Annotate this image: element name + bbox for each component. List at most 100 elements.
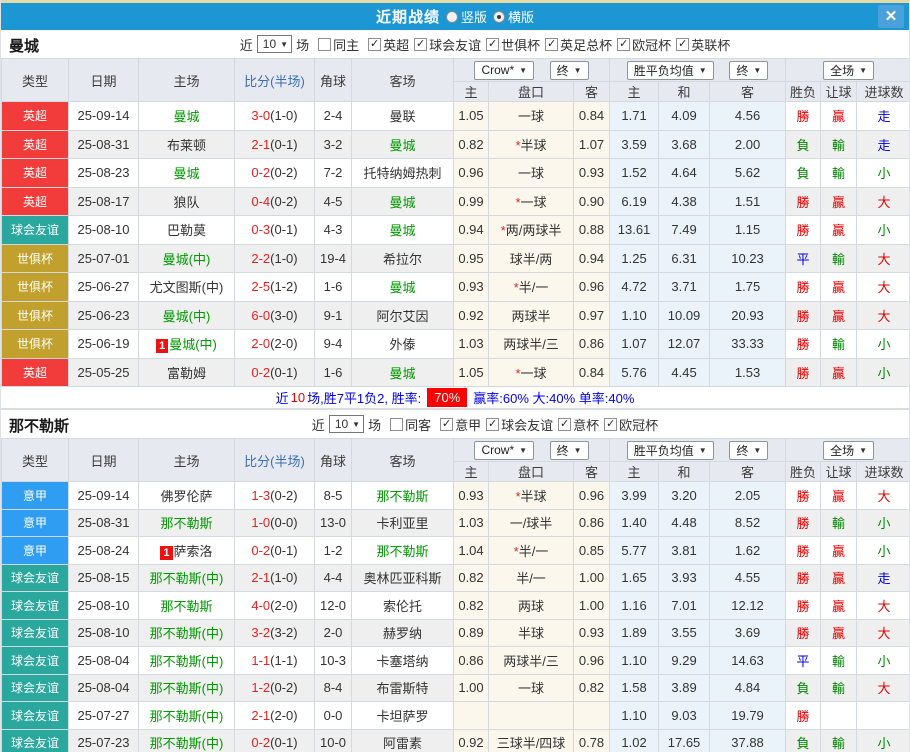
odds-home: 3.99 <box>609 481 660 510</box>
handicap-line-text: 两球半/三 <box>503 653 559 669</box>
bookmaker-select[interactable]: Crow* ▼ <box>474 60 535 80</box>
match-date: 25-09-14 <box>68 101 139 131</box>
league-checkbox-欧冠杯[interactable]: ✓ 欧冠杯 <box>604 415 658 434</box>
league-checkbox-英超[interactable]: ✓ 英超 <box>368 35 409 54</box>
col-score[interactable]: 比分(半场) <box>234 438 315 482</box>
league-checkbox-欧冠杯[interactable]: ✓ 欧冠杯 <box>617 35 671 54</box>
odds-avg-select[interactable]: 胜平负均值 ▼ <box>626 60 714 80</box>
checkbox-unchecked-icon[interactable] <box>390 417 404 431</box>
score: 0-4(0-2) <box>234 186 315 216</box>
odds-avg-select[interactable]: 胜平负均值 ▼ <box>626 440 714 460</box>
league-checkbox-英联杯[interactable]: ✓ 英联杯 <box>676 35 730 54</box>
match-date: 25-08-17 <box>68 186 139 216</box>
league-checkbox-意杯[interactable]: ✓ 意杯 <box>558 415 599 434</box>
col-score[interactable]: 比分(半场) <box>234 58 315 102</box>
checkbox-checked-icon[interactable]: ✓ <box>545 37 559 51</box>
chevron-down-icon: ▼ <box>573 65 582 75</box>
match-type-badge: 球会友谊 <box>1 215 69 245</box>
halftime-score: (1-0) <box>270 108 298 124</box>
home-team: 那不勒斯 <box>138 591 235 620</box>
recent-count-select[interactable]: 10 ▼ <box>256 35 293 53</box>
league-checkbox-球会友谊[interactable]: ✓ 球会友谊 <box>414 35 481 54</box>
result-handicap: 贏 <box>820 536 858 565</box>
checkbox-checked-icon[interactable]: ✓ <box>558 417 572 431</box>
odds-draw: 3.89 <box>658 673 711 702</box>
fulltime-score: 2-1 <box>251 136 271 152</box>
league-checkbox-英足总杯[interactable]: ✓ 英足总杯 <box>545 35 612 54</box>
corner-count: 0-0 <box>314 701 352 730</box>
league-checkbox-意甲[interactable]: ✓ 意甲 <box>440 415 481 434</box>
home-team: 布莱顿 <box>138 129 235 159</box>
league-label: 球会友谊 <box>429 37 482 53</box>
odds-home: 1.89 <box>609 618 660 647</box>
checkbox-checked-icon[interactable]: ✓ <box>604 417 618 431</box>
fulltime-score: 0-2 <box>251 165 271 181</box>
odds-stage-select[interactable]: 终 ▼ <box>729 440 769 460</box>
result-handicap: 贏 <box>820 618 858 647</box>
handicap-stage-value: 终 <box>556 443 569 458</box>
result-goals: 小 <box>856 508 909 537</box>
handicap-home-odds: 0.94 <box>453 215 489 245</box>
match-date: 25-07-27 <box>68 701 139 730</box>
odds-draw: 4.64 <box>658 158 711 188</box>
halftime-score: (1-2) <box>270 279 298 295</box>
home-team: 那不勒斯(中) <box>138 728 235 752</box>
league-checkbox-世俱杯[interactable]: ✓ 世俱杯 <box>486 35 540 54</box>
odds-away: 19.79 <box>709 701 787 730</box>
result-handicap: 輸 <box>820 329 858 359</box>
home-team-name: 那不勒斯(中) <box>149 653 224 669</box>
odds-away: 20.93 <box>709 300 787 330</box>
same-away-checkbox[interactable]: 同客 <box>390 415 431 434</box>
halftime-score: (0-1) <box>270 136 298 152</box>
handicap-line-text: 半球 <box>517 626 544 642</box>
close-button[interactable]: ✕ <box>878 5 904 28</box>
handicap-stage-select[interactable]: 终 ▼ <box>549 440 589 460</box>
radio-selected-icon[interactable] <box>493 10 505 23</box>
odds-draw: 7.01 <box>658 591 711 620</box>
scope-select[interactable]: 全场 ▼ <box>823 440 874 460</box>
recent-count-select[interactable]: 10 ▼ <box>328 415 365 433</box>
summary-rates: 赢率:60% 大:40% 单率:40% <box>473 391 635 406</box>
handicap-away-odds: 0.96 <box>572 272 611 302</box>
chevron-down-icon: ▼ <box>573 445 582 455</box>
home-team-name: 那不勒斯 <box>160 516 213 532</box>
result-winloss: 負 <box>785 673 822 702</box>
handicap-line-text: 半/一 <box>516 571 546 587</box>
checkbox-unchecked-icon[interactable] <box>318 37 332 51</box>
away-team: 曼联 <box>351 101 454 131</box>
checkbox-checked-icon[interactable]: ✓ <box>368 37 382 51</box>
layout-radio-vertical[interactable]: 竖版 <box>445 7 487 26</box>
handicap-home-odds: 0.96 <box>453 158 489 188</box>
odds-stage-select[interactable]: 终 ▼ <box>729 60 769 80</box>
handicap-home-odds <box>453 701 489 730</box>
handicap-away-odds: 0.94 <box>572 243 611 273</box>
checkbox-checked-icon[interactable]: ✓ <box>617 37 631 51</box>
handicap-stage-select[interactable]: 终 ▼ <box>549 60 589 80</box>
match-row: 英超 25-05-25 富勒姆 0-2(0-1) 1-6 曼城 1.05 *一球 0.84 5.7… <box>1 357 909 387</box>
odds-draw: 4.09 <box>658 101 711 131</box>
checkbox-checked-icon[interactable]: ✓ <box>486 37 500 51</box>
league-label: 意杯 <box>573 417 600 433</box>
checkbox-checked-icon[interactable]: ✓ <box>676 37 690 51</box>
bookmaker-select[interactable]: Crow* ▼ <box>474 440 535 460</box>
halftime-score: (0-2) <box>270 193 298 209</box>
match-type-badge: 英超 <box>1 186 69 216</box>
layout-radio-horizontal[interactable]: 横版 <box>493 7 534 26</box>
corner-count: 1-6 <box>314 357 352 387</box>
same-home-checkbox[interactable]: 同主 <box>318 35 359 54</box>
halftime-score: (3-2) <box>270 625 298 641</box>
checkbox-checked-icon[interactable]: ✓ <box>414 37 428 51</box>
odds-home: 4.72 <box>609 272 660 302</box>
odds-draw: 4.45 <box>658 357 711 387</box>
radio-unselected-icon[interactable] <box>445 10 458 23</box>
scope-select[interactable]: 全场 ▼ <box>823 60 874 80</box>
checkbox-checked-icon[interactable]: ✓ <box>486 417 500 431</box>
match-row: 球会友谊 25-08-15 那不勒斯(中) 2-1(1-0) 4-4 奥林匹亚科斯 0.82… <box>1 563 909 592</box>
score: 4-0(2-0) <box>234 591 315 620</box>
home-team: 1 萨索洛 <box>138 536 235 565</box>
checkbox-checked-icon[interactable]: ✓ <box>440 417 454 431</box>
match-date: 25-08-10 <box>68 618 139 647</box>
col-handicap-line: 盘口 <box>488 461 574 482</box>
odds-draw: 9.29 <box>658 646 711 675</box>
league-checkbox-球会友谊[interactable]: ✓ 球会友谊 <box>486 415 553 434</box>
